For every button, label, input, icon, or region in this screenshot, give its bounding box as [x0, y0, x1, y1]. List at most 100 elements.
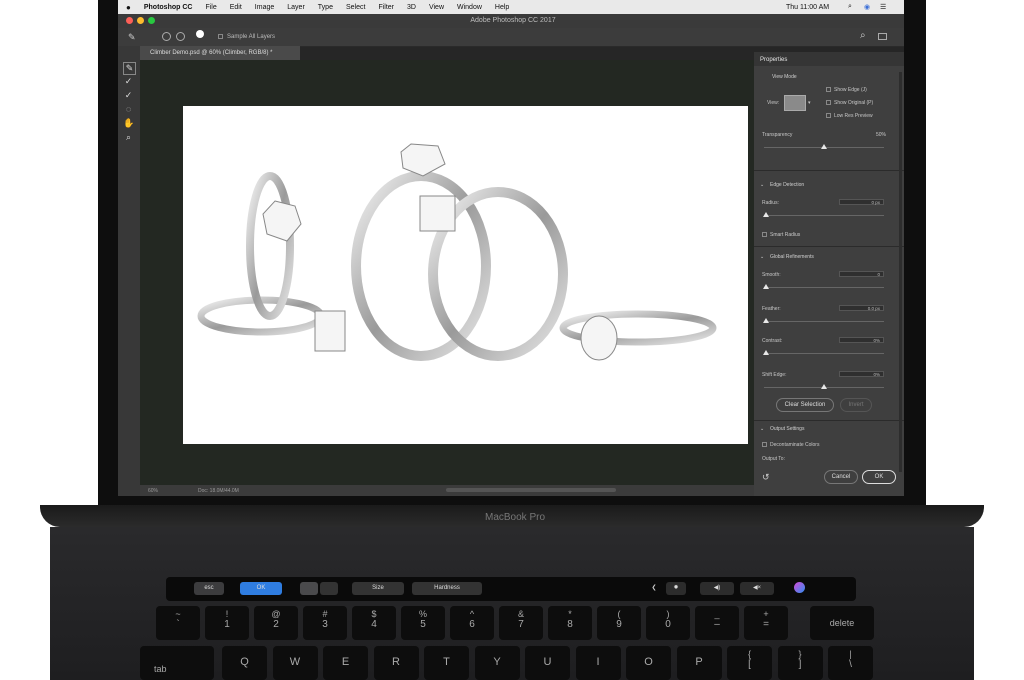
key-bracket-2[interactable]: }] — [777, 646, 823, 680]
apple-icon[interactable]: ● — [126, 3, 131, 12]
key-p[interactable]: P — [676, 646, 722, 680]
chevron-left-icon[interactable]: ❮ — [646, 582, 662, 595]
add-brush-icon[interactable] — [162, 32, 171, 41]
menu-view[interactable]: View — [429, 4, 444, 11]
decontaminate-checkbox[interactable] — [762, 442, 767, 447]
smart-radius-checkbox[interactable] — [762, 232, 767, 237]
smooth-slider-thumb[interactable] — [763, 284, 769, 289]
refine-edge-brush-icon[interactable]: ✓ — [123, 76, 134, 87]
brightness-icon[interactable]: ✹ — [666, 582, 686, 595]
hand-tool-icon[interactable]: ✋ — [123, 118, 134, 129]
chevron-down-icon[interactable]: ⌄ — [760, 426, 764, 432]
menu-filter[interactable]: Filter — [378, 4, 394, 11]
output-settings-header[interactable]: Output Settings — [770, 426, 804, 432]
key-o[interactable]: O — [626, 646, 671, 680]
key-r[interactable]: R — [373, 646, 419, 680]
key-2[interactable]: ! 1 — [205, 606, 249, 640]
hardness-touch-button[interactable]: Hardness — [412, 582, 482, 595]
shift-edge-field[interactable]: 0% — [839, 371, 884, 377]
brush-tool-icon[interactable]: ✎ — [128, 32, 136, 43]
canvas-area[interactable] — [140, 60, 754, 485]
image-canvas[interactable] — [183, 106, 748, 444]
ok-button[interactable]: OK — [862, 470, 896, 484]
list-icon[interactable]: ☰ — [880, 3, 886, 11]
volume-icon[interactable]: ◀) — [700, 582, 734, 595]
radius-slider[interactable] — [764, 215, 884, 216]
brush-add-touch-button[interactable] — [300, 582, 318, 595]
chevron-down-icon[interactable]: ⌄ — [760, 182, 764, 188]
chevron-down-icon[interactable]: ⌄ — [760, 254, 764, 260]
panel-scrollbar[interactable] — [899, 72, 902, 472]
quick-selection-tool-icon[interactable]: ✎ — [123, 62, 136, 75]
lasso-tool-icon[interactable]: ◌ — [123, 104, 134, 115]
search-icon[interactable]: ⌕ — [860, 30, 866, 41]
key-11[interactable]: ) 0 — [646, 606, 690, 640]
key-w[interactable]: W — [272, 646, 318, 680]
document-tab[interactable]: Climber Demo.psd @ 60% (Climber, RGB/8) … — [140, 46, 300, 60]
invert-button[interactable]: Invert — [840, 398, 872, 412]
feather-field[interactable]: 0.0 px — [839, 305, 884, 311]
global-refinements-header[interactable]: Global Refinements — [770, 254, 814, 260]
key-y[interactable]: Y — [474, 646, 520, 680]
tab-key[interactable]: tab — [140, 646, 214, 680]
feather-slider-thumb[interactable] — [763, 318, 769, 323]
menu-window[interactable]: Window — [457, 4, 482, 11]
reset-icon[interactable]: ↺ — [762, 472, 770, 483]
menu-type[interactable]: Type — [318, 4, 333, 11]
key-13[interactable]: + = — [744, 606, 788, 640]
close-icon[interactable] — [126, 17, 133, 24]
smooth-slider[interactable] — [764, 287, 884, 288]
contrast-slider-thumb[interactable] — [763, 350, 769, 355]
key-6[interactable]: % 5 — [401, 606, 445, 640]
search-icon[interactable]: ⌕ — [848, 3, 852, 11]
ok-touch-button[interactable]: OK — [240, 582, 282, 595]
key-e[interactable]: E — [323, 646, 368, 680]
mute-icon[interactable]: ◀× — [740, 582, 774, 595]
transparency-value[interactable]: 50% — [866, 132, 886, 138]
esc-key[interactable]: esc — [194, 582, 224, 595]
key-bracket-1[interactable]: {[ — [727, 646, 772, 680]
key-4[interactable]: #3 — [303, 606, 347, 640]
key-t[interactable]: T — [424, 646, 469, 680]
contrast-slider[interactable] — [764, 353, 884, 354]
feather-slider[interactable] — [764, 321, 884, 322]
key-1[interactable]: ~ ` — [156, 606, 200, 640]
subtract-brush-icon[interactable] — [176, 32, 185, 41]
menu-edit[interactable]: Edit — [230, 4, 242, 11]
smooth-field[interactable]: 0 — [839, 271, 884, 277]
brush-subtract-touch-button[interactable] — [320, 582, 338, 595]
zoom-icon[interactable] — [148, 17, 155, 24]
key-i[interactable]: I — [575, 646, 621, 680]
minimize-icon[interactable] — [137, 17, 144, 24]
radius-field[interactable]: 0 px — [839, 199, 884, 205]
sample-all-layers-checkbox[interactable] — [218, 34, 223, 39]
chevron-down-icon[interactable]: ▾ — [808, 100, 811, 106]
menu-help[interactable]: Help — [495, 4, 509, 11]
horizontal-scrollbar[interactable] — [446, 488, 616, 492]
key-u[interactable]: U — [525, 646, 570, 680]
transparency-slider-thumb[interactable] — [821, 144, 827, 149]
show-edge-checkbox[interactable] — [826, 87, 831, 92]
zoom-tool-icon[interactable]: ⌕ — [123, 132, 134, 143]
siri-icon[interactable] — [790, 582, 808, 595]
key-bracket-3[interactable]: | \ — [828, 646, 873, 680]
key-5[interactable]: $4 — [352, 606, 396, 640]
workspace-icon[interactable] — [878, 33, 887, 40]
key-12[interactable]: _ – — [695, 606, 739, 640]
menu-3d[interactable]: 3D — [407, 4, 416, 11]
shift-edge-slider-thumb[interactable] — [821, 384, 827, 389]
show-original-checkbox[interactable] — [826, 100, 831, 105]
brush-size-icon[interactable] — [196, 30, 204, 38]
menu-select[interactable]: Select — [346, 4, 365, 11]
menu-app[interactable]: Photoshop CC — [144, 4, 193, 11]
zoom-level[interactable]: 60% — [148, 488, 158, 494]
key-3[interactable]: @2 — [254, 606, 298, 640]
siri-icon[interactable]: ◉ — [864, 3, 870, 11]
radius-slider-thumb[interactable] — [763, 212, 769, 217]
view-mode-thumbnail[interactable] — [784, 95, 806, 111]
menu-file[interactable]: File — [205, 4, 216, 11]
delete-key[interactable]: delete — [810, 606, 874, 640]
clear-selection-button[interactable]: Clear Selection — [776, 398, 834, 412]
key-8[interactable]: & 7 — [499, 606, 543, 640]
menu-layer[interactable]: Layer — [287, 4, 305, 11]
